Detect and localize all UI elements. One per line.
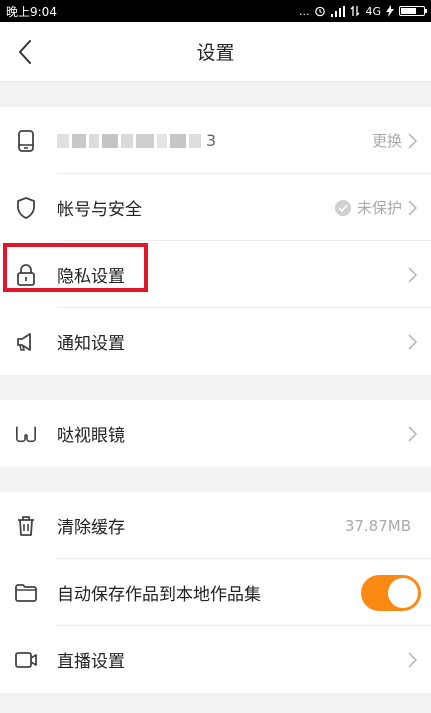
chevron-right-icon	[408, 266, 417, 283]
shield-icon	[15, 196, 37, 219]
cache-size: 37.87MB	[345, 517, 417, 535]
chevron-right-icon	[408, 651, 417, 668]
live-settings-label: 直播设置	[57, 652, 125, 672]
section-gap	[0, 693, 431, 713]
toggle-knob	[388, 577, 418, 608]
auto-save-toggle[interactable]	[361, 574, 421, 611]
privacy-chevron-wrap	[408, 266, 417, 283]
glasses-icon	[15, 423, 37, 445]
settings-group-account: 3 更换 帐号与安全 未保护 隐私设置 通知设置	[0, 107, 431, 375]
lock-icon	[15, 263, 37, 286]
change-account-link[interactable]: 更换	[372, 130, 417, 151]
live-settings-row[interactable]: 直播设置	[0, 626, 431, 693]
section-gap	[0, 467, 431, 492]
battery-icon	[399, 6, 427, 16]
chevron-right-icon	[408, 199, 417, 216]
battery-fill	[401, 8, 416, 14]
account-row[interactable]: 3 更换	[0, 107, 431, 174]
glasses-label: 哒视眼镜	[57, 426, 125, 446]
speaker-icon	[15, 331, 37, 353]
change-label: 更换	[371, 132, 402, 150]
live-chevron-wrap	[408, 651, 417, 668]
privacy-settings-row[interactable]: 隐私设置	[0, 241, 431, 308]
chevron-right-icon	[408, 132, 417, 149]
trash-icon	[15, 515, 37, 537]
notification-settings-row[interactable]: 通知设置	[0, 308, 431, 375]
check-circle-icon	[334, 199, 351, 216]
network-type: 4G	[365, 4, 381, 18]
account-security-label: 帐号与安全	[57, 200, 142, 220]
more-dots: ...	[298, 4, 310, 18]
video-camera-icon	[15, 649, 37, 671]
back-button[interactable]	[10, 36, 40, 68]
section-gap	[0, 82, 431, 107]
chevron-right-icon	[408, 425, 417, 442]
page-title: 设置	[196, 42, 235, 64]
status-icons: ... 4G	[298, 4, 427, 18]
cache-size-text: 37.87MB	[344, 516, 411, 535]
alarm-icon	[315, 6, 326, 17]
account-security-row[interactable]: 帐号与安全 未保护	[0, 174, 431, 241]
privacy-settings-label: 隐私设置	[57, 267, 125, 287]
auto-save-label: 自动保存作品到本地作品集	[57, 585, 261, 605]
section-gap	[0, 375, 431, 400]
chevron-right-icon	[408, 333, 417, 350]
auto-save-row: 自动保存作品到本地作品集	[0, 559, 431, 626]
phone-icon	[15, 129, 37, 152]
masked-tail: 3	[206, 131, 217, 150]
data-transfer-icon	[351, 5, 360, 17]
clear-cache-row[interactable]: 清除缓存 37.87MB	[0, 492, 431, 559]
notify-chevron-wrap	[408, 333, 417, 350]
status-time: 晚上9:04	[6, 4, 57, 19]
security-status-text: 未保护	[356, 199, 402, 217]
settings-group-storage: 清除缓存 37.87MB 自动保存作品到本地作品集 直播设置	[0, 492, 431, 693]
chevron-left-icon	[18, 40, 31, 64]
settings-group-glasses: 哒视眼镜	[0, 400, 431, 467]
folder-icon	[15, 582, 37, 604]
glasses-chevron-wrap	[408, 425, 417, 442]
status-bar: 晚上9:04 ... 4G	[0, 0, 431, 22]
masked-phone-number: 3	[57, 131, 217, 150]
security-status: 未保护	[334, 197, 417, 218]
charging-icon	[386, 5, 394, 17]
glasses-row[interactable]: 哒视眼镜	[0, 400, 431, 467]
clear-cache-label: 清除缓存	[57, 518, 125, 538]
signal-icon	[331, 5, 346, 17]
nav-bar: 设置	[0, 22, 431, 82]
notification-settings-label: 通知设置	[57, 334, 125, 354]
